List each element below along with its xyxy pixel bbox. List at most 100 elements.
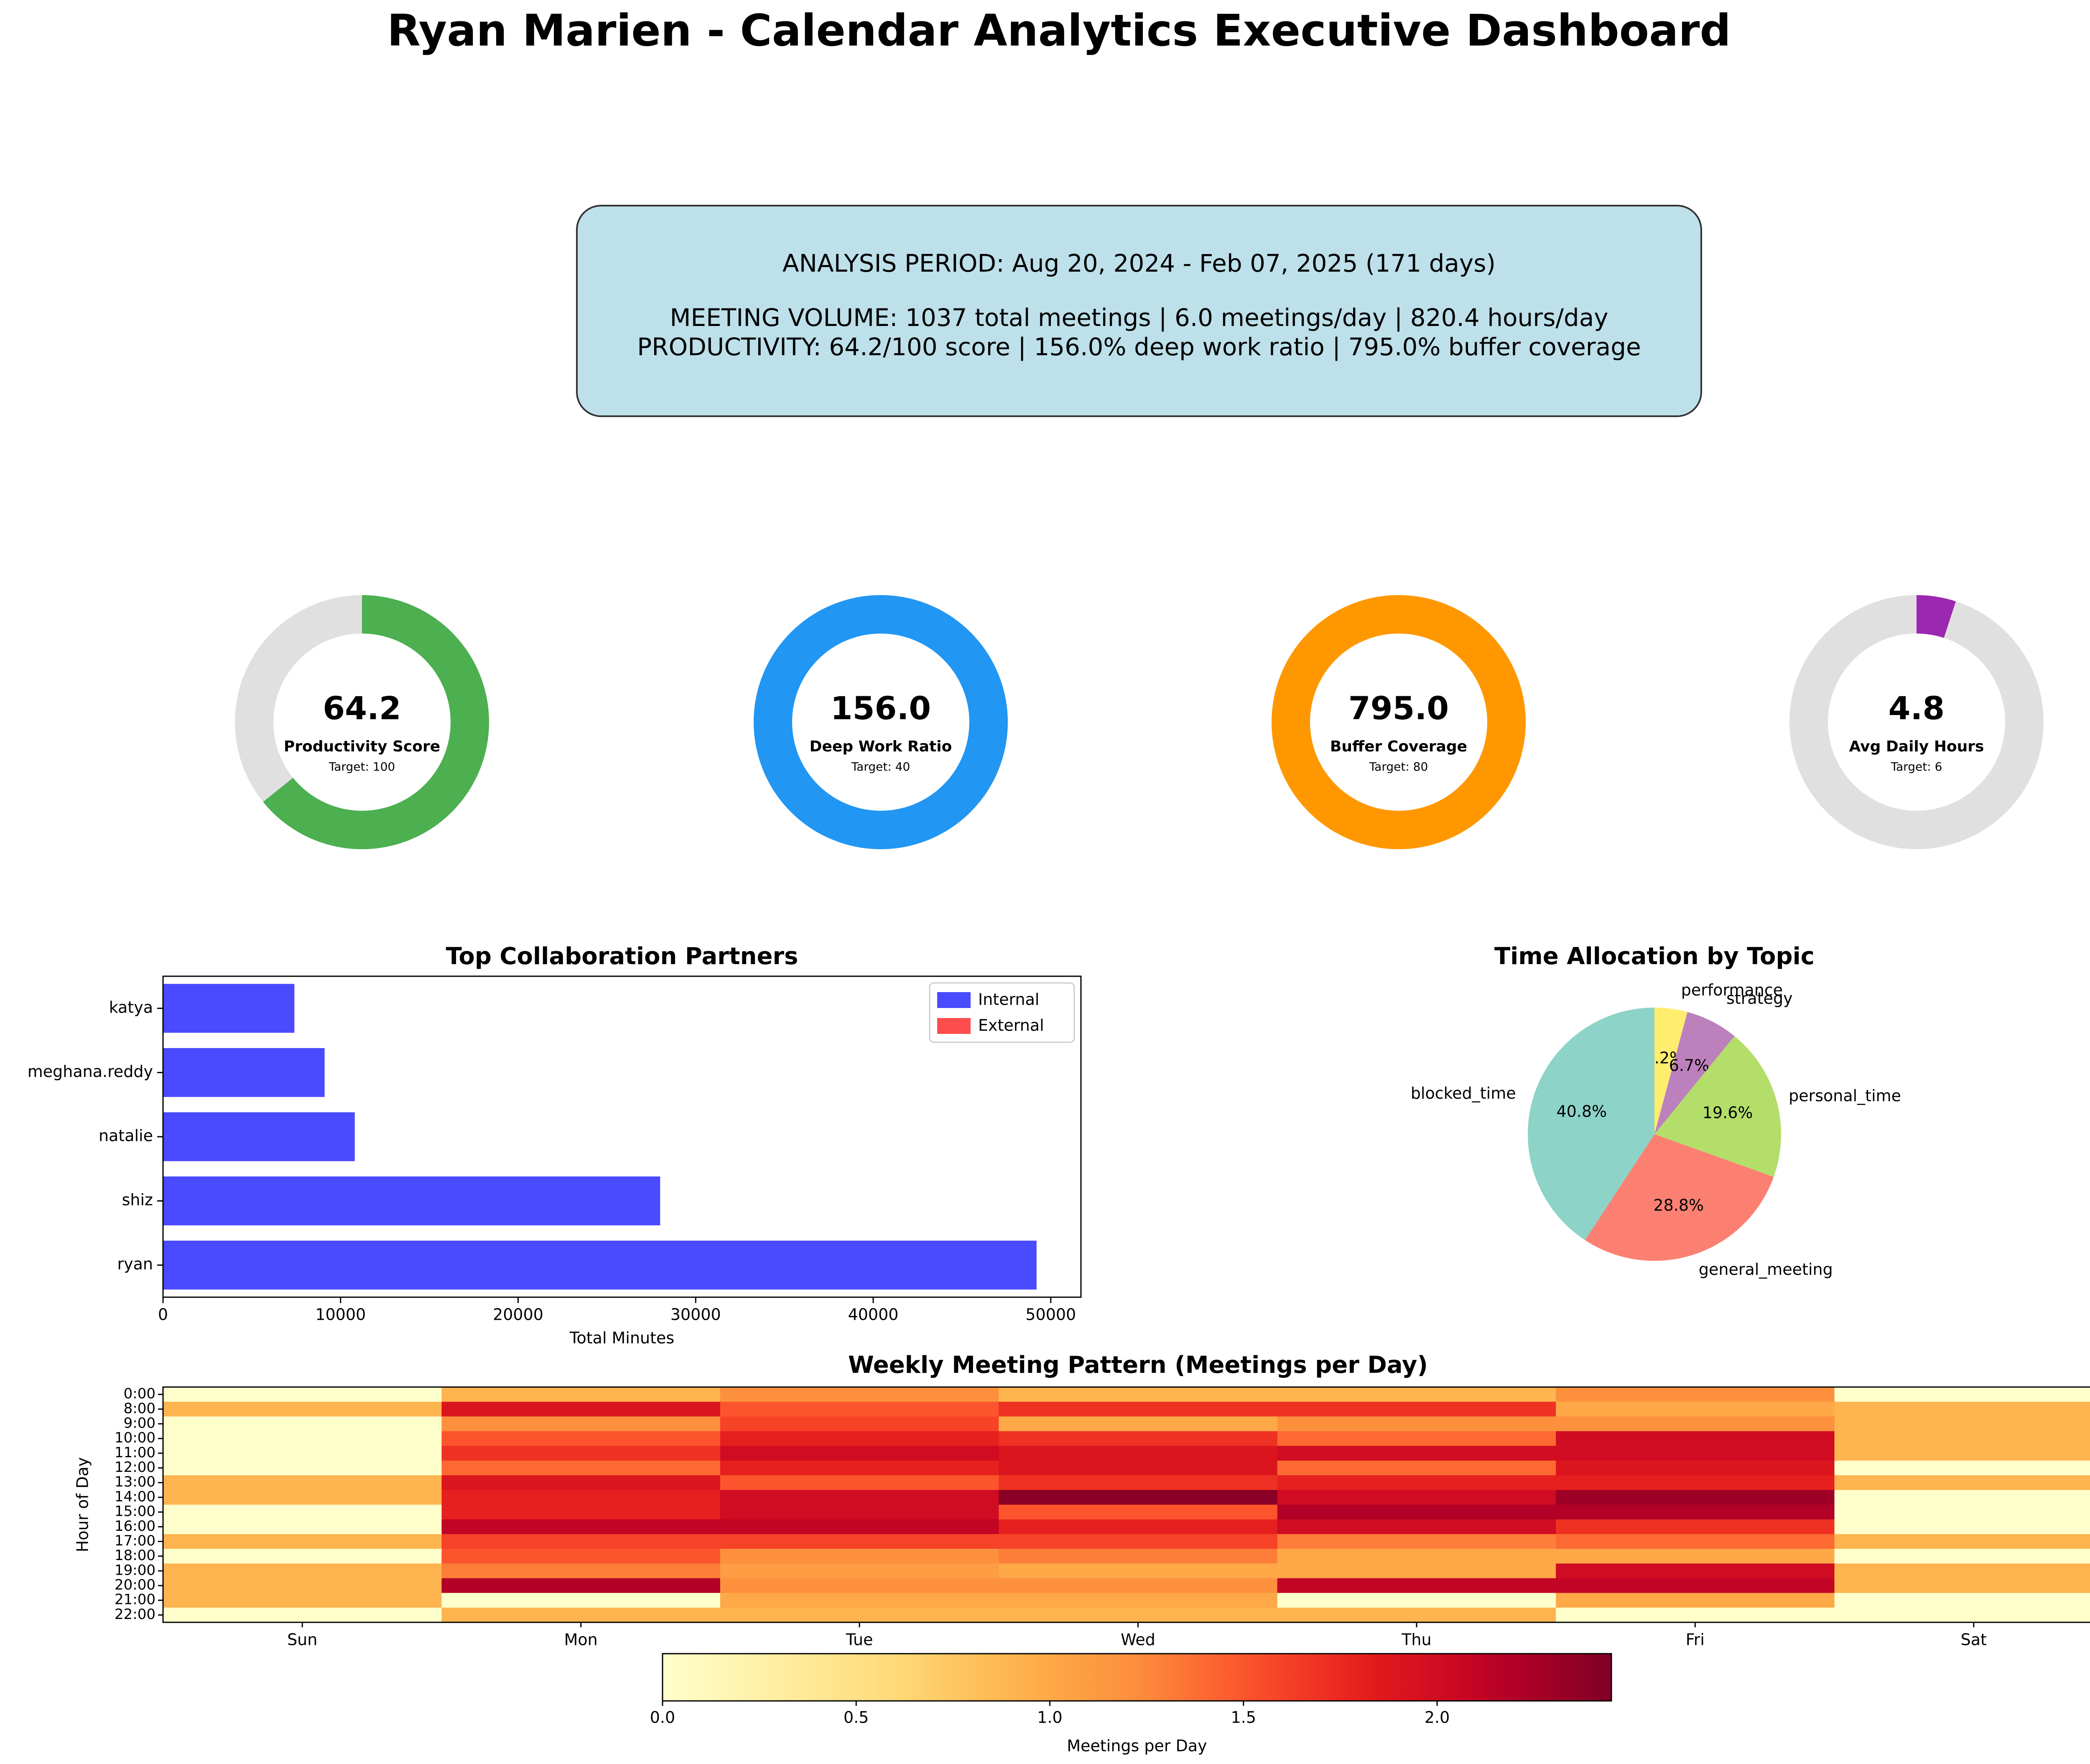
heatmap-cell [720,1431,999,1446]
heatmap-cell [720,1607,999,1623]
legend-swatch-internal [937,992,971,1008]
heatmap-cell [163,1416,442,1432]
legend-label-external: External [978,1016,1044,1035]
heatmap-cell [441,1607,721,1623]
bar-internal [163,984,295,1033]
heatmap-col-label: Sat [1961,1631,1987,1649]
bar-xtick-label: 0 [158,1306,168,1324]
heatmap-cell [163,1460,442,1476]
bar-internal [163,1048,325,1097]
heatmap-cell [1277,1563,1556,1579]
pie-pct-label: 28.8% [1653,1196,1704,1214]
colorbar-tick-label: 0.0 [650,1708,675,1727]
heatmap-row-label: 13:00 [115,1474,155,1490]
heatmap-row-label: 15:00 [115,1503,155,1520]
heatmap-cell [1834,1578,2090,1593]
heatmap-cell [1556,1416,1835,1432]
heatmap-cell [163,1534,442,1549]
bar-chart-title: Top Collaboration Partners [446,943,798,970]
gauge-label: Buffer Coverage [1330,738,1467,755]
pie-pct-label: 19.6% [1703,1104,1753,1122]
bar-xtick-label: 40000 [848,1306,899,1324]
heatmap-cell [1834,1534,2090,1549]
heatmap-cell [441,1460,721,1476]
heatmap-col-label: Thu [1401,1631,1431,1649]
heatmap-cell [999,1387,1278,1402]
heatmap-cell [1834,1431,2090,1446]
heatmap-cell [441,1475,721,1491]
heatmap-cell [1277,1431,1556,1446]
bar-category-label: meghana.reddy [28,1062,153,1081]
heatmap-cell [1277,1475,1556,1491]
heatmap-cell [720,1490,999,1505]
heatmap-cell [720,1563,999,1579]
legend-label-internal: Internal [978,990,1039,1009]
heatmap-cell [1556,1504,1835,1520]
heatmap-cell [1277,1490,1556,1505]
heatmap-cell [1556,1549,1835,1564]
heatmap-cell [441,1519,721,1535]
pie-slice-label: personal_time [1789,1087,1901,1105]
gauge-target: Target: 100 [329,760,395,774]
heatmap-cell [163,1387,442,1402]
heatmap-cell [999,1402,1278,1417]
heatmap-cell [999,1519,1278,1535]
bar-category-label: shiz [122,1191,153,1209]
heatmap-cell [163,1607,442,1623]
heatmap-cell [720,1534,999,1549]
heatmap-row-label: 19:00 [115,1562,155,1578]
gauge-label: Avg Daily Hours [1849,738,1984,755]
heatmap-row-label: 20:00 [115,1577,155,1593]
heatmap-row-label: 21:00 [115,1591,155,1608]
colorbar-label: Meetings per Day [1067,1737,1207,1755]
heatmap-cell [1556,1446,1835,1461]
heatmap-cell [1556,1563,1835,1579]
heatmap-row-label: 11:00 [115,1444,155,1461]
heatmap-cell [1834,1475,2090,1491]
heatmap-cell [999,1460,1278,1476]
heatmap-row-label: 14:00 [115,1488,155,1505]
heatmap-cell [1556,1402,1835,1417]
heatmap-cell [999,1431,1278,1446]
heatmap-cell [1556,1387,1835,1402]
heatmap-cell [720,1416,999,1432]
heatmap-cell [999,1534,1278,1549]
heatmap-cell [999,1578,1278,1593]
gauge-value: 4.8 [1889,690,1945,727]
gauge-label: Deep Work Ratio [810,738,952,755]
colorbar-tick-label: 1.0 [1037,1708,1062,1727]
heatmap-row-label: 17:00 [115,1532,155,1549]
heatmap-cell [720,1504,999,1520]
heatmap-cell [1834,1563,2090,1579]
heatmap-cell [1556,1578,1835,1593]
heatmap-row-label: 8:00 [124,1400,155,1417]
heatmap-cell [441,1490,721,1505]
heatmap-cell [163,1490,442,1505]
heatmap-cell [1277,1416,1556,1432]
pie-pct-label: 40.8% [1556,1102,1607,1120]
heatmap-cell [441,1402,721,1417]
heatmap-cell [720,1578,999,1593]
bar-xlabel: Total Minutes [569,1329,674,1347]
heatmap-cell [1556,1431,1835,1446]
heatmap-cell [441,1504,721,1520]
heatmap-cell [1556,1490,1835,1505]
heatmap-cell [163,1446,442,1461]
heatmap-cell [720,1387,999,1402]
heatmap-cell [1277,1387,1556,1402]
heatmap-cell [720,1460,999,1476]
heatmap-cell [999,1563,1278,1579]
heatmap-cell [999,1504,1278,1520]
heatmap-cell [1277,1607,1556,1623]
heatmap-cell [1556,1534,1835,1549]
heatmap-cell [441,1534,721,1549]
heatmap-cell [1834,1607,2090,1623]
heatmap-title: Weekly Meeting Pattern (Meetings per Day… [848,1352,1428,1379]
heatmap-cell [1834,1460,2090,1476]
bar-xtick-label: 10000 [315,1306,366,1324]
heatmap-cell [1277,1402,1556,1417]
bar-internal [163,1176,660,1226]
gauge-target: Target: 6 [1891,760,1942,774]
bar-xtick-label: 50000 [1025,1306,1076,1324]
heatmap-cell [1834,1549,2090,1564]
